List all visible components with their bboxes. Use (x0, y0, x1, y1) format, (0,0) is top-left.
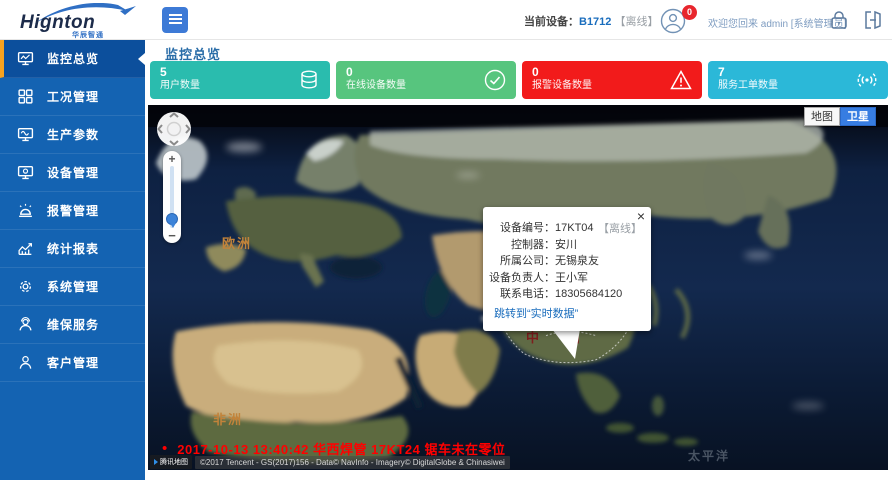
zoom-out-button[interactable]: − (163, 228, 181, 243)
sidebar-item-label: 客户管理 (47, 354, 99, 371)
brand-logo: Hignton 华辰智通 (14, 4, 140, 38)
gear-icon (17, 278, 34, 295)
stat-label: 服务工单数量 (718, 79, 878, 92)
popup-row-label: 控制器： (483, 237, 555, 254)
stat-value: 7 (718, 65, 878, 79)
check-circle-icon (483, 68, 507, 92)
sidebar-item-label: 工况管理 (47, 88, 99, 105)
sidebar-item-maintenance-service[interactable]: 维保服务 (0, 306, 145, 344)
map-zoom-slider[interactable]: + − (163, 151, 181, 243)
popup-row-label: 联系电话： (483, 286, 555, 303)
brand-subtitle: 华辰智通 (72, 30, 104, 40)
popup-row: 所属公司：无锡泉友 (483, 253, 651, 270)
sidebar-item-label: 维保服务 (47, 316, 99, 333)
top-header: Hignton 华辰智通 当前设备：B1712 【离线】 0 欢迎您回来 adm… (0, 0, 892, 40)
popup-row-value: 18305684120 (555, 286, 651, 303)
zoom-in-button[interactable]: + (163, 152, 181, 166)
stat-label: 用户数量 (160, 79, 320, 92)
zoom-knob[interactable] (166, 213, 178, 225)
sidebar-toggle-button[interactable] (162, 7, 188, 33)
map-type-map-button[interactable]: 地图 (804, 107, 840, 126)
logout-icon (862, 9, 884, 31)
notification-badge: 0 (682, 5, 697, 20)
popup-row-value: 王小军 (555, 270, 651, 287)
stat-cards-row: 5 用户数量 0 在线设备数量 0 报警设备数量 7 服务工单数量 (150, 61, 888, 99)
sidebar-item-customer-mgmt[interactable]: 客户管理 (0, 344, 145, 382)
map-label-africa: 非洲 (213, 409, 243, 428)
map-label-pacific: 太平洋 (688, 447, 730, 464)
chart-icon (17, 240, 34, 257)
popup-row-value: 无锡泉友 (555, 253, 651, 270)
welcome-text: 欢迎您回来 admin [系统管理员] (708, 15, 846, 30)
map-provider-logo: 腾讯地图 (150, 455, 192, 469)
sidebar-item-label: 监控总览 (47, 50, 99, 67)
stat-card-online-devices[interactable]: 0 在线设备数量 (336, 61, 516, 99)
stat-card-alarm-devices[interactable]: 0 报警设备数量 (522, 61, 702, 99)
monitor-icon (17, 50, 34, 67)
map-type-satellite-button[interactable]: 卫星 (840, 107, 876, 126)
sidebar-item-alarm-mgmt[interactable]: 报警管理 (0, 192, 145, 230)
map-provider-logo-icon (154, 459, 158, 465)
grid-icon (17, 88, 34, 105)
current-device-status: 【离线】 (614, 16, 658, 28)
support-agent-icon (17, 316, 34, 333)
stat-card-work-orders[interactable]: 7 服务工单数量 (708, 61, 888, 99)
popup-row-value: 安川 (555, 237, 651, 254)
popup-row: 设备负责人：王小军 (483, 270, 651, 287)
sidebar-item-device-mgmt[interactable]: 设备管理 (0, 154, 145, 192)
popup-row: 控制器：安川 (483, 237, 651, 254)
popup-row-label: 所属公司： (483, 253, 555, 270)
sidebar-item-monitor-overview[interactable]: 监控总览 (0, 40, 145, 78)
map-pan-control[interactable] (154, 109, 194, 149)
sidebar-item-statistics-reports[interactable]: 统计报表 (0, 230, 145, 268)
stat-label: 在线设备数量 (346, 79, 506, 92)
current-device-info: 当前设备：B1712 【离线】 (524, 13, 658, 29)
current-device-label: 当前设备： (524, 16, 579, 28)
stat-card-users[interactable]: 5 用户数量 (150, 61, 330, 99)
alert-bullet-icon: • (162, 441, 167, 456)
sidebar-item-label: 生产参数 (47, 126, 99, 143)
device-screen-icon (17, 164, 34, 181)
stat-value: 0 (532, 65, 692, 79)
sidebar-item-label: 系统管理 (47, 278, 99, 295)
user-menu-button[interactable]: 0 (660, 8, 702, 34)
stat-value: 0 (346, 65, 506, 79)
map-copyright-text: ©2017 Tencent - GS(2017)156 - Data© NavI… (195, 456, 510, 469)
map-attribution: 腾讯地图 ©2017 Tencent - GS(2017)156 - Data©… (150, 455, 510, 469)
map-label-europe: 欧洲 (222, 233, 252, 252)
sidebar-item-condition-mgmt[interactable]: 工况管理 (0, 78, 145, 116)
broadcast-icon (855, 68, 879, 92)
hamburger-icon (169, 14, 182, 16)
warning-triangle-icon (669, 68, 693, 92)
map-provider-name: 腾讯地图 (160, 457, 188, 467)
customer-person-icon (17, 354, 34, 371)
stat-label: 报警设备数量 (532, 79, 692, 92)
sidebar-item-system-mgmt[interactable]: 系统管理 (0, 268, 145, 306)
screen-wave-icon (17, 126, 34, 143)
stat-value: 5 (160, 65, 320, 79)
logout-button[interactable] (862, 9, 884, 36)
popup-tail (546, 329, 586, 361)
lock-screen-button[interactable] (829, 9, 849, 36)
map-type-switcher: 地图 卫星 (804, 107, 876, 126)
sidebar-nav: 监控总览 工况管理 生产参数 设备管理 报警管理 统计报表 系统管理 维保服务 … (0, 40, 145, 480)
device-info-popup: × 【离线】 设备编号：17KT04 控制器：安川 所属公司：无锡泉友 设备负责… (483, 207, 651, 331)
database-icon (297, 68, 321, 92)
popup-row: 联系电话：18305684120 (483, 286, 651, 303)
sidebar-item-label: 统计报表 (47, 240, 99, 257)
sidebar-item-label: 设备管理 (47, 164, 99, 181)
map-canvas[interactable]: + − 地图 卫星 欧洲 非洲 中 国 太平洋 × 【离线】 设备编号：17KT… (148, 105, 888, 470)
lock-icon (829, 9, 849, 31)
popup-row-label: 设备负责人： (483, 270, 555, 287)
popup-device-status: 【离线】 (598, 220, 642, 236)
current-device-value: B1712 (579, 16, 611, 28)
sidebar-item-label: 报警管理 (47, 202, 99, 219)
alarm-siren-icon (17, 202, 34, 219)
popup-row-label: 设备编号： (483, 220, 555, 237)
popup-realtime-data-link[interactable]: 跳转到“实时数据” (494, 305, 578, 321)
sidebar-item-production-params[interactable]: 生产参数 (0, 116, 145, 154)
